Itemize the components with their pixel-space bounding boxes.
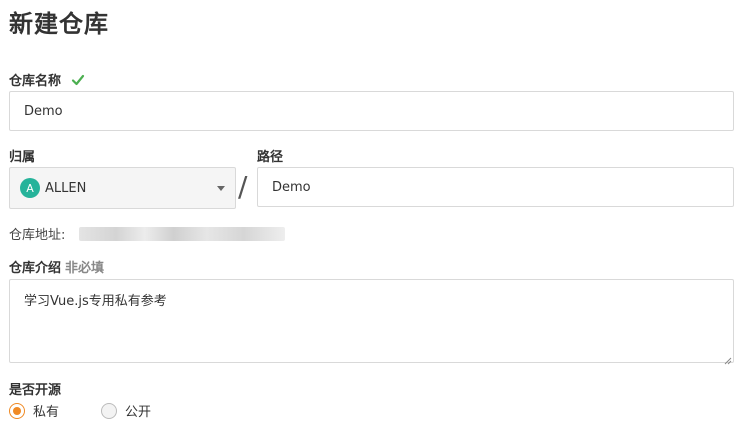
optional-hint: 非必填 [65,261,105,276]
visibility-label: 是否开源 [9,383,62,398]
resize-handle-icon[interactable] [722,350,732,365]
path-label: 路径 [257,150,284,165]
avatar: A [20,178,40,198]
repo-name-input[interactable] [9,91,734,131]
page-title: 新建仓库 [9,10,109,38]
new-repo-form: 新建仓库 仓库名称 归属 路径 A ALLEN / 仓库地址: 仓库介绍 非必填… [0,0,743,430]
description-label: 仓库介绍 非必填 [9,257,104,276]
chevron-down-icon [217,186,225,191]
radio-public[interactable]: 公开 [101,401,151,420]
radio-public-indicator[interactable] [101,402,118,419]
visibility-radio-group: 私有 公开 [9,401,151,420]
owner-select[interactable]: A ALLEN [9,167,236,209]
path-input[interactable] [257,167,734,207]
repo-address-value-redacted [79,226,286,241]
radio-public-label: 公开 [125,405,152,420]
repo-address-label: 仓库地址: [9,228,66,243]
description-label-text: 仓库介绍 [9,261,62,276]
check-icon [71,73,85,87]
owner-label: 归属 [9,150,36,165]
radio-private-label: 私有 [33,405,60,420]
repo-address: 仓库地址: [9,224,286,243]
radio-private[interactable]: 私有 [9,401,59,420]
description-text: 学习Vue.js专用私有参考 [24,294,167,309]
path-separator: / [238,170,248,203]
repo-name-label-text: 仓库名称 [9,74,62,89]
radio-private-indicator[interactable] [9,402,25,419]
repo-name-label: 仓库名称 [9,70,85,89]
owner-select-value: ALLEN [45,180,87,196]
